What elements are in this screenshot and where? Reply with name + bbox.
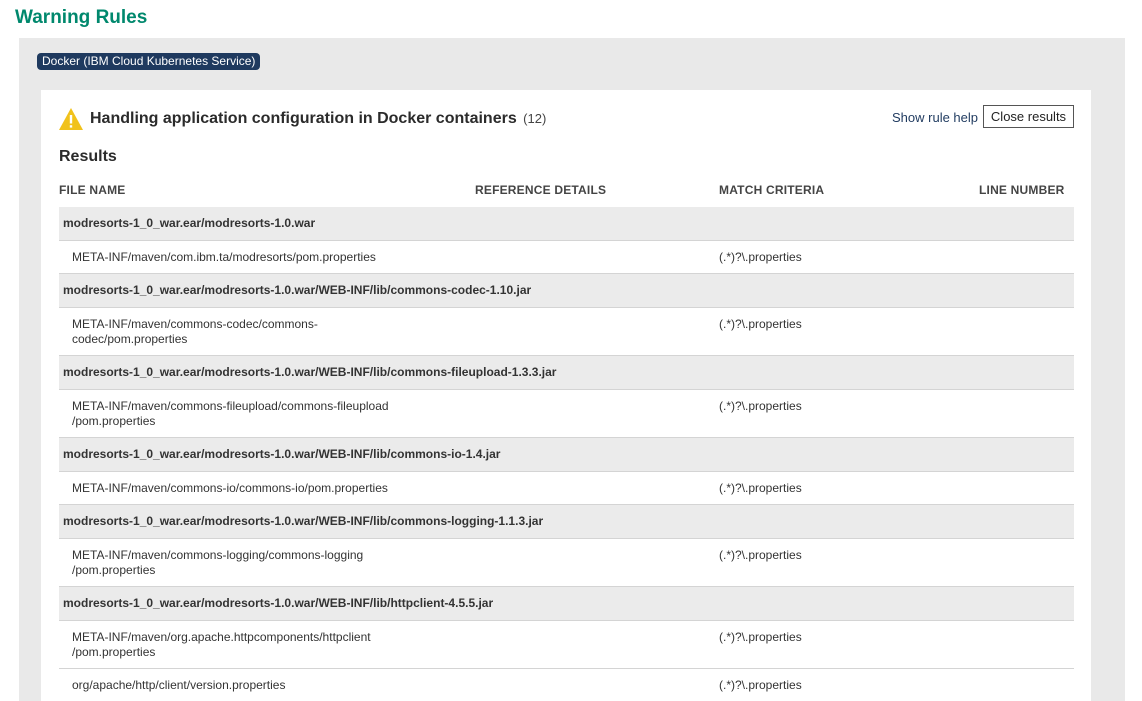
match-criteria: (.*)?\.properties — [719, 317, 802, 331]
rule-title-text: Handling application configuration in Do… — [90, 110, 517, 127]
file-row: META-INF/maven/commons-fileupload/common… — [59, 390, 1074, 438]
archive-group-row: modresorts-1_0_war.ear/modresorts-1.0.wa… — [59, 438, 1074, 472]
archive-group-row: modresorts-1_0_war.ear/modresorts-1.0.wa… — [59, 356, 1074, 390]
file-name: META-INF/maven/com.ibm.ta/modresorts/pom… — [72, 250, 376, 264]
match-criteria: (.*)?\.properties — [719, 548, 802, 562]
archive-group-row: modresorts-1_0_war.ear/modresorts-1.0.wa… — [59, 207, 1074, 241]
archive-group-row: modresorts-1_0_war.ear/modresorts-1.0.wa… — [59, 587, 1074, 621]
file-row: META-INF/maven/commons-io/commons-io/pom… — [59, 472, 1074, 505]
column-header-match-criteria[interactable]: MATCH CRITERIA — [719, 183, 824, 197]
results-heading: Results — [59, 148, 117, 165]
rule-title: Handling application configuration in Do… — [90, 110, 546, 128]
match-criteria: (.*)?\.properties — [719, 399, 802, 413]
file-row: META-INF/maven/commons-codec/commons- co… — [59, 308, 1074, 356]
file-row: META-INF/maven/commons-logging/commons-l… — [59, 539, 1074, 587]
match-criteria: (.*)?\.properties — [719, 678, 802, 692]
file-name: META-INF/maven/commons-io/commons-io/pom… — [72, 481, 388, 495]
column-header-file-name[interactable]: FILE NAME — [59, 183, 125, 197]
file-name: org/apache/http/client/version.propertie… — [72, 678, 286, 692]
column-header-reference-details[interactable]: REFERENCE DETAILS — [475, 183, 606, 197]
results-table: modresorts-1_0_war.ear/modresorts-1.0.wa… — [59, 207, 1074, 701]
rules-panel: Docker (IBM Cloud Kubernetes Service) Ha… — [19, 38, 1125, 701]
match-criteria: (.*)?\.properties — [719, 630, 802, 644]
show-rule-help-link[interactable]: Show rule help — [892, 110, 978, 125]
archive-group-row: modresorts-1_0_war.ear/modresorts-1.0.wa… — [59, 505, 1074, 539]
archive-group-row: modresorts-1_0_war.ear/modresorts-1.0.wa… — [59, 274, 1074, 308]
page-title: Warning Rules — [15, 7, 148, 28]
file-row: META-INF/maven/org.apache.httpcomponents… — [59, 621, 1074, 669]
technology-tag: Docker (IBM Cloud Kubernetes Service) — [37, 53, 261, 70]
warning-triangle-icon — [59, 108, 83, 130]
match-criteria: (.*)?\.properties — [719, 250, 802, 264]
file-name: META-INF/maven/org.apache.httpcomponents… — [72, 630, 371, 659]
file-name: META-INF/maven/commons-codec/commons- co… — [72, 317, 318, 346]
file-row: META-INF/maven/com.ibm.ta/modresorts/pom… — [59, 241, 1074, 274]
file-row: org/apache/http/client/version.propertie… — [59, 669, 1074, 701]
close-results-button[interactable]: Close results — [983, 105, 1074, 128]
rule-results-card: Handling application configuration in Do… — [41, 90, 1091, 701]
match-criteria: (.*)?\.properties — [719, 481, 802, 495]
rule-result-count: (12) — [523, 111, 547, 126]
file-name: META-INF/maven/commons-logging/commons-l… — [72, 548, 364, 577]
column-header-line-number[interactable]: LINE NUMBER — [979, 183, 1065, 197]
file-name: META-INF/maven/commons-fileupload/common… — [72, 399, 389, 428]
